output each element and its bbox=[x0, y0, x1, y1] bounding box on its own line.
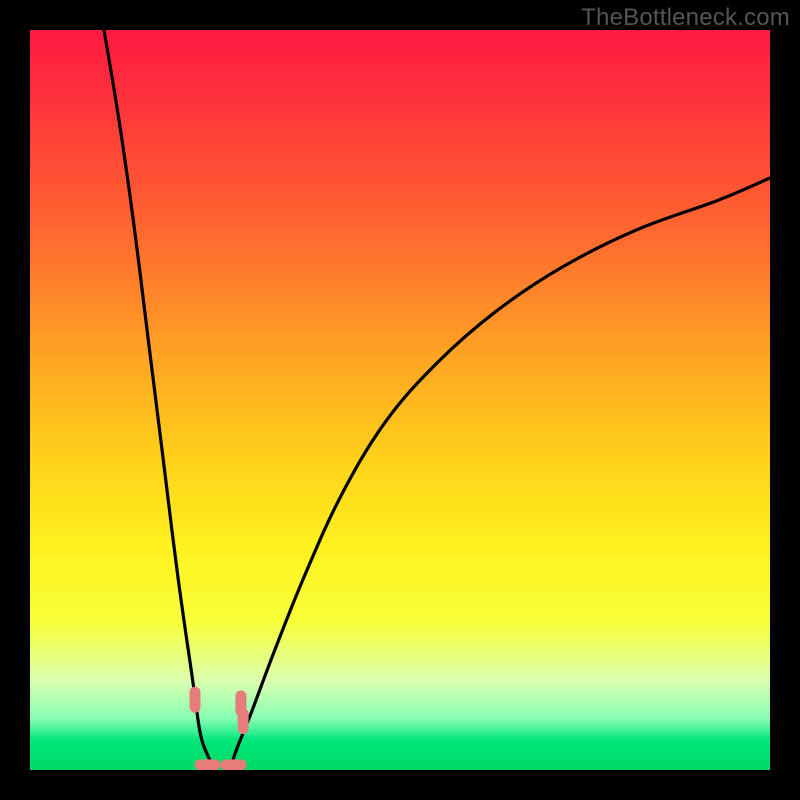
chart-frame: TheBottleneck.com bbox=[0, 0, 800, 800]
dot-marker bbox=[238, 708, 249, 734]
curve-right-branch bbox=[230, 178, 770, 770]
dot-marker bbox=[190, 687, 201, 713]
dot-marker bbox=[221, 759, 247, 770]
curve-layer bbox=[30, 30, 770, 770]
plot-area bbox=[30, 30, 770, 770]
curve-left-branch bbox=[104, 30, 215, 770]
dot-marker bbox=[195, 759, 221, 770]
watermark-text: TheBottleneck.com bbox=[581, 4, 790, 32]
